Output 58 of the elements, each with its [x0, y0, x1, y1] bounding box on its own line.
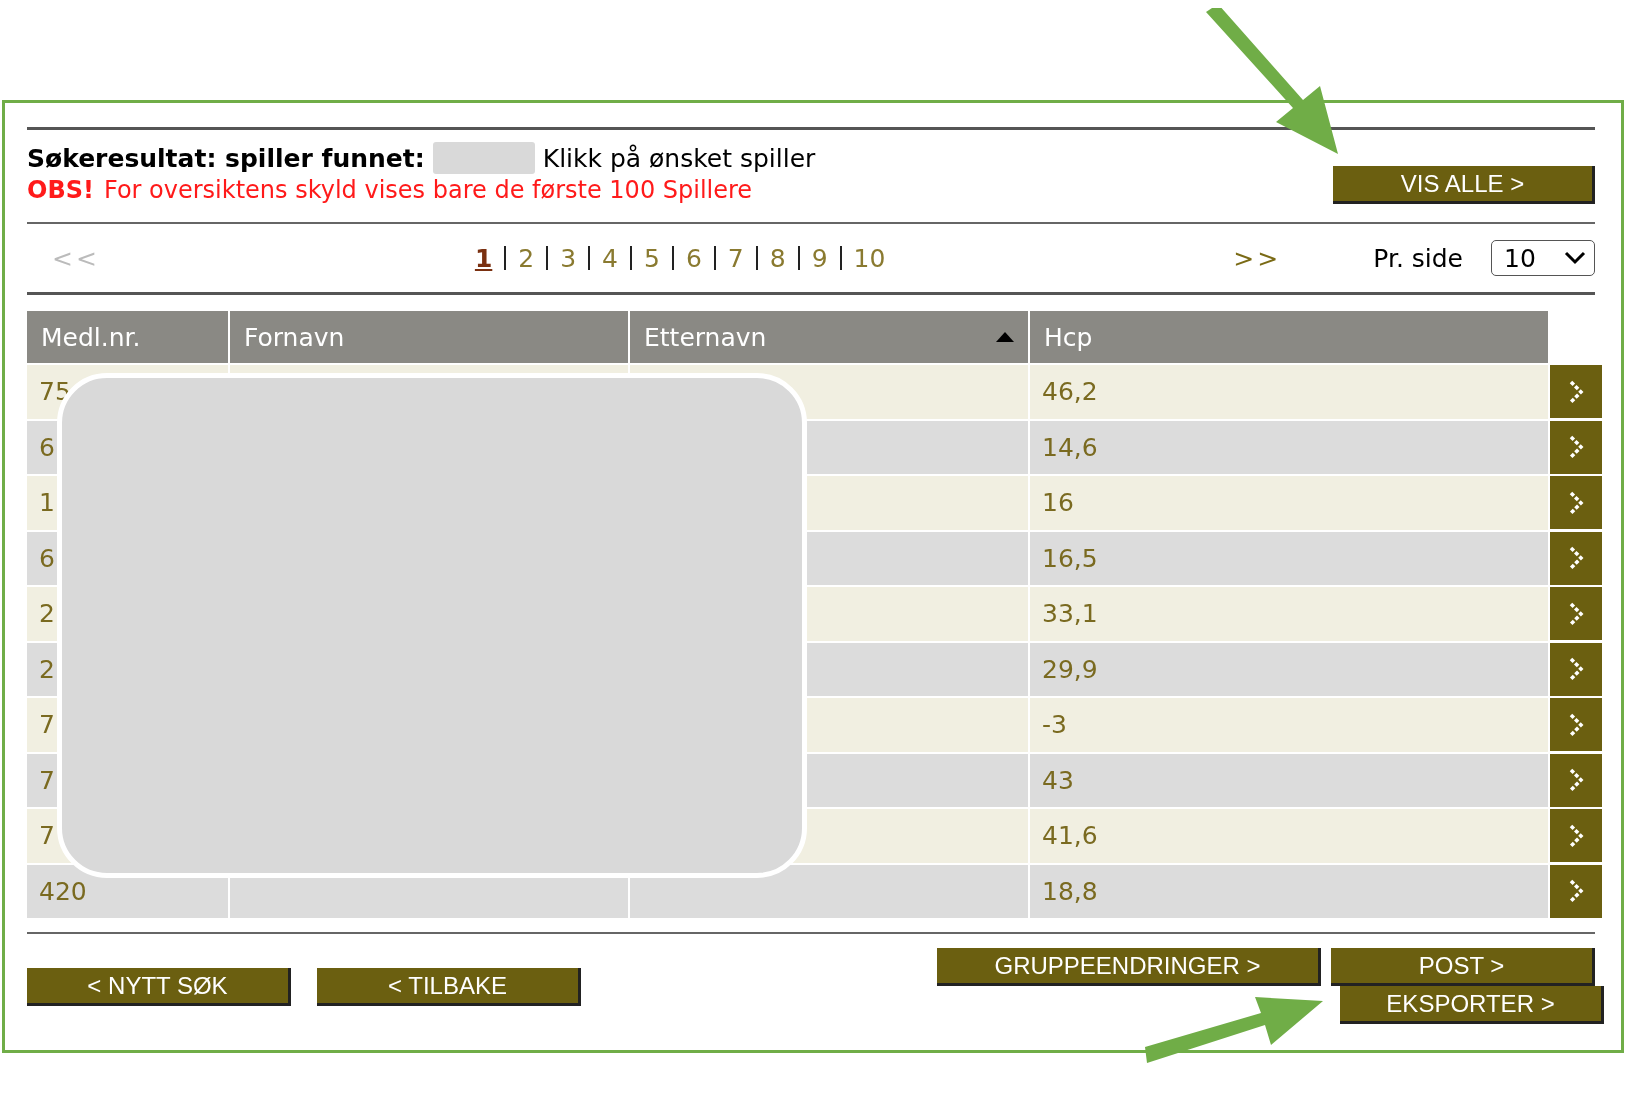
- table-cell: 29,9: [1030, 642, 1548, 696]
- page-link[interactable]: 5: [644, 243, 660, 273]
- column-header[interactable]: Medl.nr.: [27, 311, 228, 363]
- table-cell: 16,5: [1030, 531, 1548, 585]
- chevron-right-icon: [1568, 768, 1584, 792]
- per-page-dropdown[interactable]: 10: [1491, 240, 1595, 276]
- page-link[interactable]: 1: [474, 243, 493, 273]
- chevron-right-icon: [1568, 879, 1584, 903]
- table-cell: 16: [1030, 476, 1548, 530]
- table-cell: 46,2: [1030, 365, 1548, 419]
- open-row-button[interactable]: [1550, 753, 1602, 807]
- column-header[interactable]: Fornavn: [230, 311, 628, 363]
- open-row-button[interactable]: [1550, 420, 1602, 474]
- open-row-button[interactable]: [1550, 642, 1602, 696]
- table-cell: 33,1: [1030, 587, 1548, 641]
- table-cell: 43: [1030, 753, 1548, 807]
- page-link[interactable]: 4: [602, 243, 618, 273]
- open-row-button[interactable]: [1550, 365, 1602, 418]
- chevron-right-icon: [1568, 490, 1584, 515]
- table-cell: 41,6: [1030, 809, 1548, 863]
- new-search-button[interactable]: < NYTT SØK: [27, 968, 291, 1006]
- open-row-button[interactable]: [1550, 531, 1602, 585]
- chevron-right-icon: [1568, 823, 1584, 848]
- page-link[interactable]: 3: [560, 243, 577, 273]
- chevron-right-icon: [1568, 546, 1584, 570]
- chevron-right-icon: [1568, 657, 1584, 681]
- show-all-button[interactable]: VIS ALLE >: [1333, 166, 1595, 204]
- chevron-right-icon: [1568, 435, 1584, 459]
- open-row-button[interactable]: [1550, 476, 1602, 529]
- column-header[interactable]: Etternavn: [630, 311, 1028, 363]
- export-button[interactable]: EKSPORTER >: [1340, 986, 1604, 1024]
- group-changes-button[interactable]: GRUPPEENDRINGER >: [937, 948, 1321, 986]
- chevron-right-icon: [1568, 712, 1584, 737]
- table-cell: 14,6: [1030, 420, 1548, 474]
- page-link[interactable]: 8: [769, 243, 786, 273]
- page-link[interactable]: 2: [518, 243, 535, 273]
- result-heading: Søkeresultat: spiller funnet:: [27, 143, 425, 173]
- page-link[interactable]: 10: [853, 243, 886, 273]
- open-row-button[interactable]: [1550, 864, 1602, 918]
- column-header[interactable]: Hcp: [1030, 311, 1548, 363]
- instruction-text: Klikk på ønsket spiller: [542, 143, 816, 173]
- post-button[interactable]: POST >: [1331, 948, 1595, 986]
- back-button[interactable]: < TILBAKE: [317, 968, 581, 1006]
- next-pages-link[interactable]: >>: [1233, 243, 1294, 273]
- table-cell: 18,8: [1030, 864, 1548, 918]
- notice-text: For oversiktens skyld vises bare de første 100 Spillere: [103, 176, 753, 204]
- open-row-button[interactable]: [1550, 809, 1602, 862]
- warning-label: OBS!: [27, 176, 94, 204]
- page-link[interactable]: 9: [811, 243, 828, 273]
- chevron-down-icon: [1564, 251, 1586, 265]
- table-cell: -3: [1030, 698, 1548, 752]
- page-link[interactable]: 7: [727, 243, 744, 273]
- page-link[interactable]: 6: [685, 243, 702, 273]
- chevron-right-icon: [1568, 601, 1584, 626]
- open-row-button[interactable]: [1550, 587, 1602, 640]
- per-page-label: Pr. side: [1373, 243, 1463, 273]
- chevron-right-icon: [1568, 379, 1584, 404]
- open-row-button[interactable]: [1550, 698, 1602, 751]
